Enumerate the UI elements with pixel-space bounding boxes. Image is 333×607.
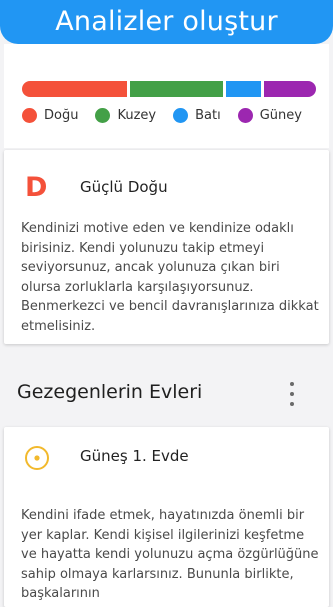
legend-label: Kuzey — [117, 107, 157, 123]
direction-letter-icon: D — [25, 172, 48, 203]
distribution-card: Doğu Kuzey Batı Güney — [4, 44, 329, 148]
legend-label: Güney — [259, 107, 302, 123]
header-banner: Analizler oluştur — [0, 0, 333, 44]
legend-dot-icon — [22, 107, 37, 123]
legend-label: Batı — [195, 107, 221, 123]
more-vert-icon[interactable] — [283, 382, 301, 406]
distribution-segment-batı — [226, 81, 261, 97]
legend-item-kuzey: Kuzey — [95, 107, 157, 123]
distribution-legend: Doğu Kuzey Batı Güney — [22, 105, 322, 125]
legend-dot-icon — [173, 107, 189, 123]
distribution-segment-doğu — [22, 81, 127, 97]
legend-label: Doğu — [44, 107, 79, 123]
house-title: Güneş 1. Evde — [80, 447, 189, 465]
sun-icon — [25, 446, 49, 470]
strong-direction-card[interactable]: D Güçlü Doğu Kendinizi motive eden ve ke… — [4, 150, 329, 344]
legend-item-guney: Güney — [237, 107, 302, 123]
page-title: Analizler oluştur — [55, 5, 278, 37]
strong-direction-title: Güçlü Doğu — [80, 178, 168, 196]
legend-item-bati: Batı — [173, 107, 221, 123]
distribution-segment-güney — [264, 81, 316, 97]
legend-item-dogu: Doğu — [22, 107, 79, 123]
distribution-bar — [22, 81, 316, 97]
legend-dot-icon — [237, 107, 253, 123]
legend-dot-icon — [95, 107, 111, 123]
house-card[interactable]: Güneş 1. Evde Kendini ifade etmek, hayat… — [4, 427, 329, 607]
section-title: Gezegenlerin Evleri — [17, 381, 203, 403]
strong-direction-description: Kendinizi motive eden ve kendinize odakl… — [21, 221, 319, 334]
house-description: Kendini ifade etmek, hayatınızda önemli … — [21, 508, 319, 601]
distribution-segment-kuzey — [130, 81, 223, 97]
